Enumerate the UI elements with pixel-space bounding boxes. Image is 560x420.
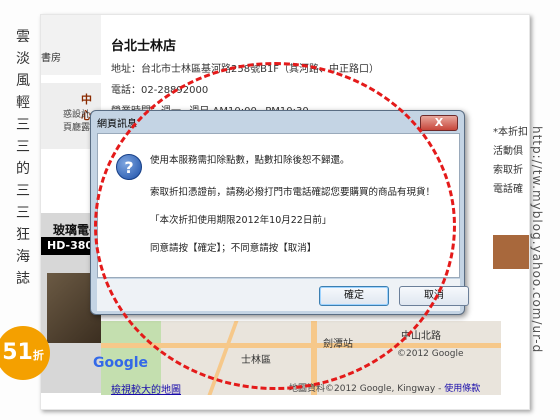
screenshot-frame: 雲淡風輕三三的三三狂海誌 http://tw.myblog.yahoo.com/… bbox=[0, 0, 560, 420]
blog-url-watermark: http://tw.myblog.yahoo.com/ur-d bbox=[530, 126, 544, 354]
dialog-message-2: 索取折扣憑證前，請務必撥打門市電話確認您要購買的商品有現貨！ bbox=[150, 187, 436, 198]
right-note-4: 電話確 bbox=[493, 184, 523, 195]
question-icon: ? bbox=[116, 154, 142, 180]
store-phone: 電話：02-28892000 bbox=[111, 85, 209, 96]
map-label-station: 劍潭站 bbox=[323, 339, 353, 350]
left-top-label[interactable]: 書房 bbox=[41, 49, 61, 64]
right-column: *本折扣 活動俱 索取折 電話確 bbox=[493, 123, 529, 273]
blog-watermark-vertical: 雲淡風輕三三的三三狂海誌 bbox=[16, 29, 30, 287]
map-road-diagonal bbox=[207, 321, 239, 395]
dialog-message-4: 同意請按【確定】；不同意請按【取消】 bbox=[150, 243, 317, 254]
map-data-notice: 地圖資料©2012 Google, Kingway - 使用條款 bbox=[289, 381, 480, 394]
ok-button[interactable]: 確定 bbox=[319, 286, 389, 306]
close-button[interactable]: X bbox=[420, 115, 458, 131]
store-address: 地址：台北市士林區基河路258號B1F（其河路、中正路口） bbox=[111, 64, 380, 75]
right-image bbox=[493, 235, 529, 269]
confirm-dialog: 網頁訊息 X ? 使用本服務需扣除點數，點數扣除後恕不歸還。 索取折扣憑證前，請… bbox=[90, 110, 469, 315]
dialog-message-1: 使用本服務需扣除點數，點數扣除後恕不歸還。 bbox=[150, 155, 350, 166]
dialog-button-row: 確定 取消 bbox=[97, 279, 469, 311]
map-label-area: 士林區 bbox=[241, 355, 271, 366]
map-road-horizontal bbox=[101, 343, 501, 348]
center-line1[interactable]: 惑設計 bbox=[63, 107, 90, 120]
right-note-1: *本折扣 bbox=[493, 127, 528, 138]
cancel-button[interactable]: 取消 bbox=[399, 286, 469, 306]
dialog-body: ? 使用本服務需扣除點數，點數扣除後恕不歸還。 索取折扣憑證前，請務必撥打門市電… bbox=[97, 133, 460, 278]
left-top-panel: 書房 bbox=[41, 15, 101, 75]
larger-map-link[interactable]: 檢視較大的地圖 bbox=[111, 381, 181, 396]
map-data-text: 地圖資料©2012 Google, Kingway - bbox=[289, 384, 442, 394]
map-label-road: 中山北路 bbox=[401, 331, 441, 342]
discount-unit: 折 bbox=[32, 349, 44, 362]
store-info: 台北士林店 地址：台北市士林區基河路258號B1F（其河路、中正路口） 電話：0… bbox=[111, 35, 529, 117]
right-note-2: 活動俱 bbox=[493, 146, 523, 157]
map-copyright: ©2012 Google bbox=[397, 349, 464, 359]
discount-number: 51 bbox=[2, 340, 33, 365]
dialog-title: 網頁訊息 bbox=[97, 119, 137, 130]
dialog-message-3: 「本次折扣使用期限2012年10月22日前」 bbox=[150, 215, 332, 226]
google-logo: Google bbox=[93, 355, 149, 371]
terms-link[interactable]: 使用條款 bbox=[444, 384, 480, 394]
right-note-3: 索取折 bbox=[493, 165, 523, 176]
store-name: 台北士林店 bbox=[111, 39, 177, 54]
